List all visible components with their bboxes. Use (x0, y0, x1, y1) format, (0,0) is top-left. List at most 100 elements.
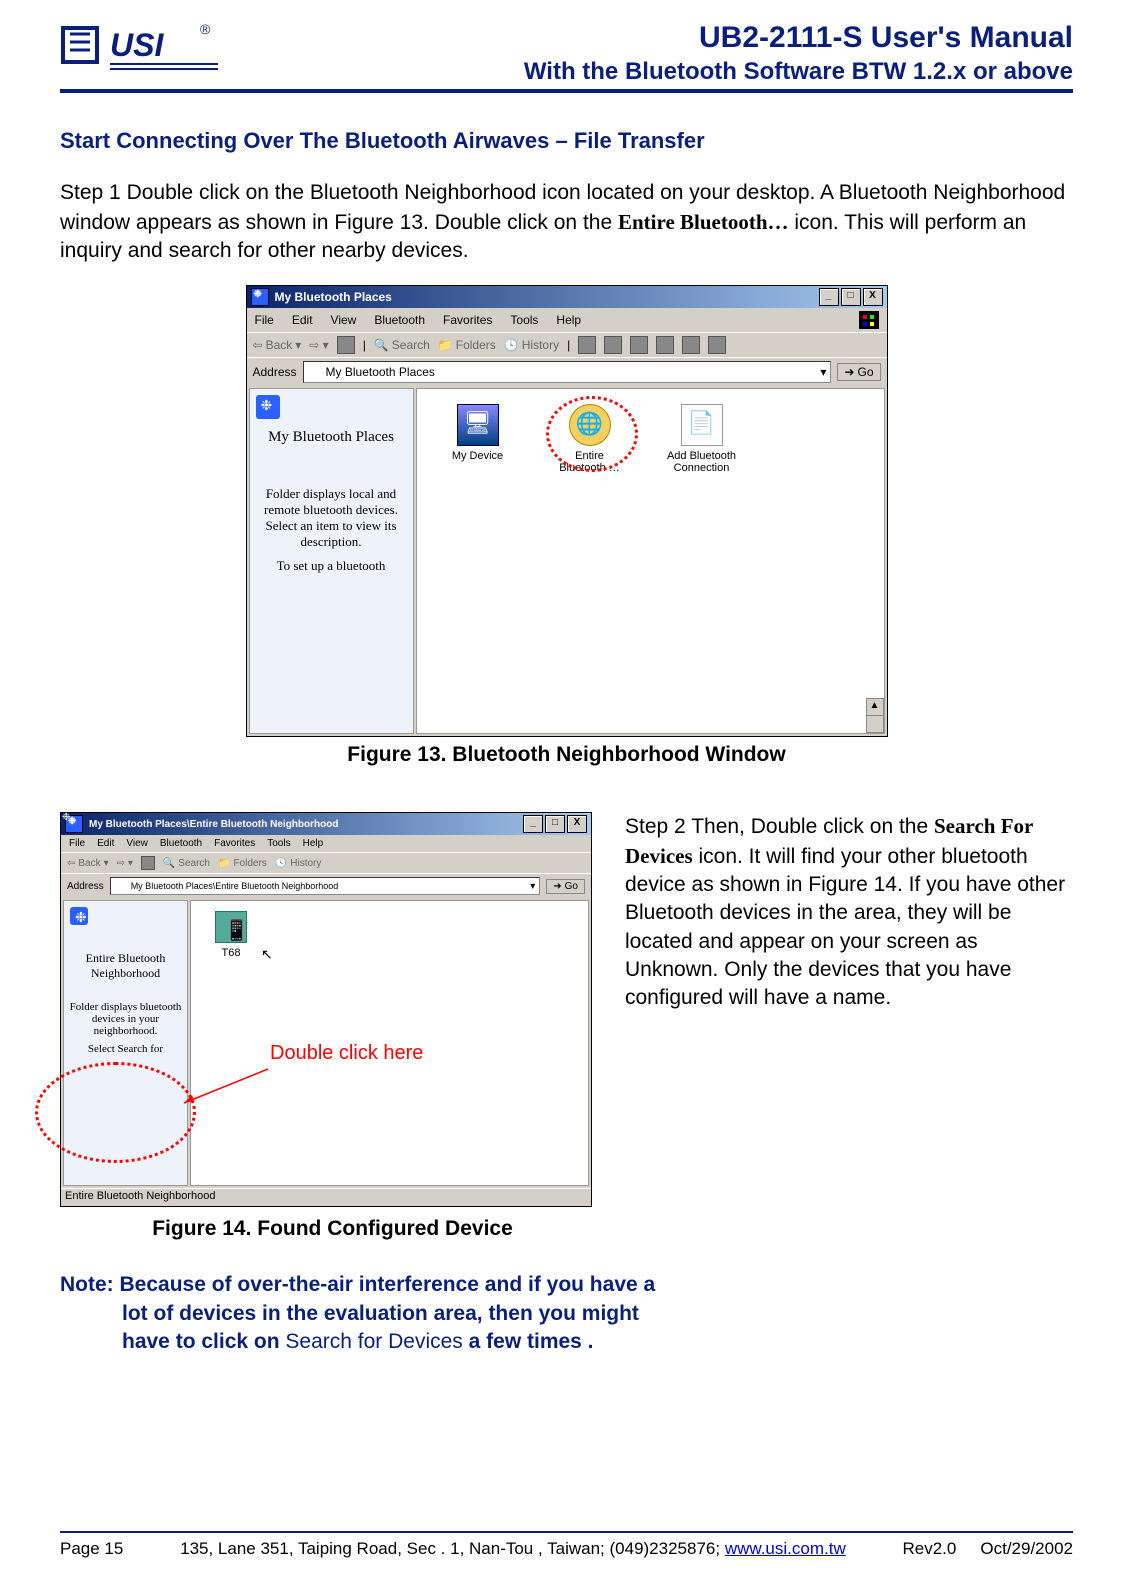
menu-view[interactable]: View (126, 838, 148, 849)
delete-icon[interactable] (656, 336, 674, 354)
maximize-button[interactable]: □ (545, 815, 565, 833)
bluetooth-icon (308, 365, 322, 379)
side-heading: Entire Bluetooth Neighborhood (64, 951, 187, 981)
search-button[interactable]: 🔍 Search (163, 858, 210, 869)
props-icon[interactable] (682, 336, 700, 354)
statusbar: Entire Bluetooth Neighborhood (61, 1188, 591, 1206)
cursor-icon: ↖ (261, 946, 273, 963)
side-desc2: Select Search for (64, 1037, 187, 1055)
menu-help[interactable]: Help (303, 838, 324, 849)
titlebar[interactable]: My Bluetooth Places\Entire Bluetooth Nei… (61, 813, 591, 835)
content-panel: My Device Entire Bluetooth … Add Bluetoo… (416, 388, 885, 734)
page-number: Page 15 (60, 1539, 123, 1559)
bluetooth-icon (251, 288, 269, 306)
address-label: Address (67, 881, 104, 892)
section-heading: Start Connecting Over The Bluetooth Airw… (60, 128, 1073, 154)
addressbar: Address My Bluetooth Places\Entire Bluet… (61, 873, 591, 898)
menu-help[interactable]: Help (556, 313, 581, 327)
up-icon[interactable] (141, 856, 155, 870)
toolbar: ⇦ Back ▾ ⇨ ▾ | 🔍 Search 📁 Folders 🕓 Hist… (247, 332, 887, 357)
footer-date: Oct/29/2002 (980, 1539, 1073, 1559)
menu-view[interactable]: View (331, 313, 357, 327)
go-button[interactable]: ➜ Go (837, 363, 880, 381)
side-desc2: To set up a bluetooth (250, 550, 413, 574)
scroll-up-icon[interactable]: ▲ (866, 698, 884, 716)
copy-icon[interactable] (604, 336, 622, 354)
doc-subtitle: With the Bluetooth Software BTW 1.2.x or… (240, 56, 1073, 87)
windows-logo-icon (859, 311, 879, 329)
my-device-icon[interactable]: My Device (442, 404, 514, 474)
note-text: Note: Because of over-the-air interferen… (60, 1271, 682, 1356)
menu-edit[interactable]: Edit (97, 838, 114, 849)
page-header: USI ® UB2-2111-S User's Manual With the … (60, 20, 1073, 93)
menu-favorites[interactable]: Favorites (443, 313, 492, 327)
search-button[interactable]: 🔍 Search (374, 338, 430, 352)
entire-bluetooth-icon[interactable]: Entire Bluetooth … (554, 404, 626, 474)
menubar: File Edit View Bluetooth Favorites Tools… (247, 308, 887, 332)
side-panel: My Bluetooth Places Folder displays loca… (249, 388, 414, 734)
menu-favorites[interactable]: Favorites (214, 838, 255, 849)
minimize-button[interactable]: _ (523, 815, 543, 833)
svg-text:USI: USI (110, 27, 164, 63)
menu-tools[interactable]: Tools (510, 313, 538, 327)
side-heading: My Bluetooth Places (250, 429, 413, 446)
svg-text:®: ® (200, 21, 211, 37)
paste-icon[interactable] (630, 336, 648, 354)
forward-button[interactable]: ⇨ ▾ (117, 858, 133, 869)
maximize-button[interactable]: □ (841, 288, 861, 306)
history-button[interactable]: 🕓 History (504, 338, 559, 352)
add-bluetooth-connection-icon[interactable]: Add Bluetooth Connection (666, 404, 738, 474)
folders-button[interactable]: 📁 Folders (218, 858, 267, 869)
up-icon[interactable] (337, 336, 355, 354)
found-device-icon[interactable]: T68 (206, 911, 256, 959)
highlight-circle (35, 1062, 196, 1163)
window-title: My Bluetooth Places\Entire Bluetooth Nei… (89, 819, 338, 830)
menubar: File Edit View Bluetooth Favorites Tools… (61, 835, 591, 852)
highlight-circle (546, 396, 638, 472)
footer-link[interactable]: www.usi.com.tw (725, 1539, 846, 1558)
window-title: My Bluetooth Places (275, 290, 392, 304)
step1-text: Step 1 Double click on the Bluetooth Nei… (60, 179, 1073, 265)
minimize-button[interactable]: _ (819, 288, 839, 306)
bluetooth-icon (256, 395, 280, 419)
menu-bluetooth[interactable]: Bluetooth (374, 313, 425, 327)
resize-grip[interactable] (866, 715, 884, 733)
toolbar: ⇦ Back ▾ ⇨ ▾ 🔍 Search 📁 Folders 🕓 Histor… (61, 852, 591, 873)
step1-label: Step 1 (60, 181, 121, 204)
usi-logo: USI ® (60, 20, 220, 75)
addressbar: Address My Bluetooth Places ▾ ➜ Go (247, 357, 887, 386)
menu-file[interactable]: File (69, 838, 85, 849)
titlebar[interactable]: My Bluetooth Places _ □ X (247, 286, 887, 308)
footer-rev: Rev2.0 (903, 1539, 957, 1559)
menu-bluetooth[interactable]: Bluetooth (160, 838, 202, 849)
menu-tools[interactable]: Tools (267, 838, 290, 849)
step2-text: Step 2 Then, Double click on the Search … (625, 812, 1073, 1012)
step2-label: Step 2 (625, 815, 686, 838)
arrow-icon (180, 1067, 270, 1107)
menu-edit[interactable]: Edit (292, 313, 313, 327)
doc-title: UB2-2111-S User's Manual (240, 20, 1073, 56)
forward-button[interactable]: ⇨ ▾ (309, 338, 328, 352)
double-click-annotation: Double click here (270, 1042, 423, 1065)
back-button[interactable]: ⇦ Back ▾ (253, 338, 302, 352)
bluetooth-places-window: My Bluetooth Places _ □ X File Edit View… (246, 285, 888, 737)
back-button[interactable]: ⇦ Back ▾ (67, 858, 109, 869)
folders-button[interactable]: 📁 Folders (438, 338, 496, 352)
page-footer: Page 15 135, Lane 351, Taiping Road, Sec… (60, 1531, 1073, 1559)
figure14-caption: Figure 14. Found Configured Device (60, 1217, 605, 1241)
bluetooth-icon (115, 880, 127, 892)
cut-icon[interactable] (578, 336, 596, 354)
views-icon[interactable] (708, 336, 726, 354)
note-label: Note: (60, 1273, 114, 1296)
menu-file[interactable]: File (255, 313, 274, 327)
side-desc: Folder displays local and remote bluetoo… (250, 486, 413, 550)
address-input[interactable]: My Bluetooth Places\Entire Bluetooth Nei… (110, 877, 541, 895)
address-input[interactable]: My Bluetooth Places ▾ (303, 361, 832, 383)
close-button[interactable]: X (567, 815, 587, 833)
history-button[interactable]: 🕓 History (275, 858, 322, 869)
footer-address: 135, Lane 351, Taiping Road, Sec . 1, Na… (180, 1539, 725, 1558)
address-label: Address (253, 365, 297, 379)
figure13-caption: Figure 13. Bluetooth Neighborhood Window (60, 743, 1073, 767)
go-button[interactable]: ➜ Go (546, 879, 585, 894)
close-button[interactable]: X (863, 288, 883, 306)
